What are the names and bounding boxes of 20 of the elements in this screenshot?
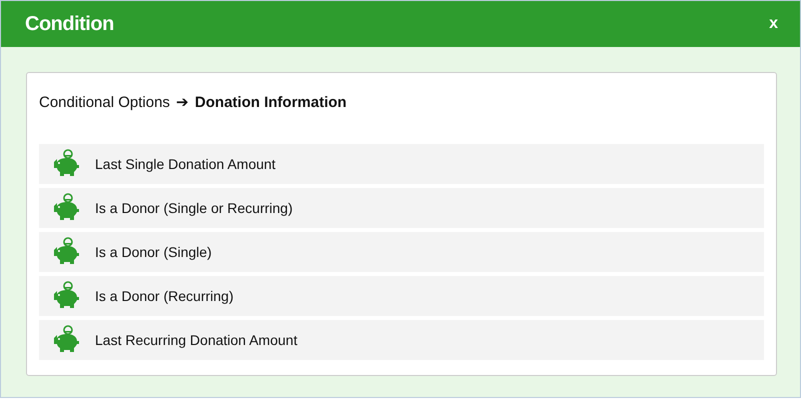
piggy-bank-icon xyxy=(51,149,81,179)
piggy-bank-icon xyxy=(51,237,81,267)
piggy-bank-icon xyxy=(51,281,81,311)
option-label: Is a Donor (Single) xyxy=(95,244,212,260)
option-item[interactable]: Last Single Donation Amount xyxy=(39,144,764,184)
option-label: Is a Donor (Single or Recurring) xyxy=(95,200,293,216)
option-item[interactable]: Last Recurring Donation Amount xyxy=(39,320,764,360)
option-item[interactable]: Is a Donor (Single) xyxy=(39,232,764,272)
option-item[interactable]: Is a Donor (Single or Recurring) xyxy=(39,188,764,228)
option-label: Last Single Donation Amount xyxy=(95,156,276,172)
arrow-icon: ➔ xyxy=(176,93,189,111)
breadcrumb-link[interactable]: Conditional Options xyxy=(39,94,170,110)
option-label: Is a Donor (Recurring) xyxy=(95,288,234,304)
option-item[interactable]: Is a Donor (Recurring) xyxy=(39,276,764,316)
window-title: Condition xyxy=(25,12,114,36)
breadcrumb-current: Donation Information xyxy=(194,94,347,110)
option-label: Last Recurring Donation Amount xyxy=(95,332,298,348)
close-button[interactable]: x xyxy=(765,15,782,33)
piggy-bank-icon xyxy=(51,193,81,223)
piggy-bank-icon xyxy=(51,325,81,355)
